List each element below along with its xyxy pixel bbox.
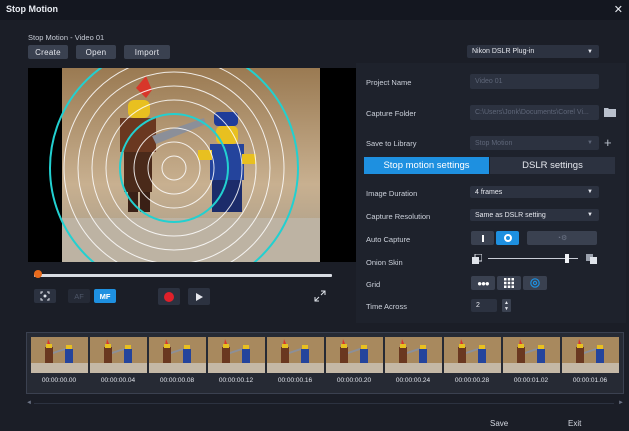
image-duration-value: 4 frames [475,188,503,196]
capture-resolution-value: Same as DSLR setting [475,211,546,219]
timeline-timecode: 00:00:01.06 [572,377,608,384]
focus-icon [40,291,50,301]
chevron-down-icon[interactable]: ▼ [504,306,509,312]
timeline-frame-thumbnail[interactable] [90,337,147,373]
timeline-scrollbar[interactable] [34,403,614,404]
record-button[interactable] [158,288,180,305]
exit-button[interactable]: Exit [568,419,581,428]
grid-circles-button[interactable] [523,276,547,290]
timeline-timecode: 00:00:00.12 [218,377,254,384]
timeline-strip: 00:00:00.00 00:00:00.04 00:00:00.08 00:00:0… [26,332,624,394]
image-duration-select[interactable]: 4 frames ▼ [470,186,599,198]
timeline-timecode: 00:00:00.00 [41,377,77,384]
project-name-field[interactable]: Video 01 [470,74,599,89]
af-button[interactable]: AF [68,289,90,303]
project-name-label: Project Name [366,78,412,87]
timeline-frame-thumbnail[interactable] [326,337,383,373]
capture-folder-label: Capture Folder [366,109,417,118]
capture-resolution-select[interactable]: Same as DSLR setting ▼ [470,209,599,221]
onion-skin-slider-handle[interactable] [565,254,570,263]
add-library-icon[interactable]: + [604,135,612,150]
expand-icon [314,290,326,302]
timeline-timecode: 00:00:00.20 [336,377,372,384]
image-duration-label: Image Duration [366,189,418,198]
folder-icon [604,108,616,117]
circle-icon [503,234,512,242]
grid-label: Grid [366,280,381,289]
timeline-timecode: 00:00:00.16 [277,377,313,384]
auto-capture-on-toggle[interactable] [496,231,519,245]
playback-slider-handle[interactable] [34,270,42,278]
time-across-label: Time Across [366,302,407,311]
folder-button[interactable] [604,107,616,119]
auto-capture-settings-button[interactable]: ◔⚙ [527,231,597,245]
chevron-down-icon: ▼ [587,140,593,146]
mf-button[interactable]: MF [94,289,116,303]
preview-image [49,68,320,262]
timeline-frame-thumbnail[interactable] [385,337,442,373]
timeline-frame-thumbnail[interactable] [31,337,88,373]
time-across-stepper[interactable]: ▲ ▼ [502,299,511,312]
grid-icon [504,278,514,288]
tab-stop-motion-settings[interactable]: Stop motion settings [364,157,489,174]
video-preview[interactable] [28,68,356,262]
chevron-down-icon: ▼ [587,189,593,195]
timeline-frame-thumbnail[interactable] [267,337,324,373]
plugin-select-value: Nikon DSLR Plug-in [472,48,535,55]
title-bar [0,0,629,20]
tab-dslr-settings[interactable]: DSLR settings [490,157,615,174]
timeline-frame-thumbnail[interactable] [208,337,265,373]
save-library-select[interactable]: Stop Motion ▼ [470,136,599,150]
auto-capture-label: Auto Capture [366,235,411,244]
save-library-label: Save to Library [366,139,417,148]
window-title: Stop Motion [6,4,58,14]
concentric-circles-icon [530,278,540,288]
play-button[interactable] [188,288,210,305]
project-subtitle: Stop Motion - Video 01 [28,33,105,42]
timeline-frame-thumbnail[interactable] [444,337,501,373]
onion-skin-label: Onion Skin [366,258,403,267]
create-button[interactable]: Create [28,45,68,59]
save-button[interactable]: Save [490,419,508,428]
close-icon[interactable]: ✕ [614,3,623,16]
onion-skin-low-icon [472,253,483,264]
scroll-right-icon[interactable]: ► [618,400,624,406]
dots-icon: ●●● [477,278,489,288]
fullscreen-button[interactable] [314,290,326,302]
timeline-frame-thumbnail[interactable] [562,337,619,373]
timeline-timecode: 00:00:00.24 [395,377,431,384]
timeline-timecode: 00:00:00.08 [159,377,195,384]
timeline-frame-thumbnail[interactable] [503,337,560,373]
plugin-select[interactable]: Nikon DSLR Plug-in ▼ [467,45,599,58]
import-button[interactable]: Import [124,45,170,59]
timeline-timecode: 00:00:00.28 [454,377,490,384]
timeline-frame-thumbnail[interactable] [149,337,206,373]
capture-folder-field[interactable]: C:\Users\Jonk\Documents\Corel Vi... [470,105,599,120]
timer-settings-icon: ◔⚙ [556,235,568,242]
auto-capture-off-toggle[interactable] [471,231,494,245]
timeline-timecode: 00:00:00.04 [100,377,136,384]
onion-skin-high-icon [586,254,598,264]
play-icon [196,292,203,301]
playback-slider[interactable] [34,274,332,277]
power-on-icon [481,234,484,242]
grid-squares-button[interactable] [497,276,521,290]
record-icon [164,291,174,302]
save-library-value: Stop Motion [475,139,513,147]
focus-area-button[interactable] [34,289,56,303]
capture-resolution-label: Capture Resolution [366,212,431,221]
timeline-timecode: 00:00:01.02 [513,377,549,384]
scroll-left-icon[interactable]: ◄ [26,400,32,406]
open-button[interactable]: Open [76,45,116,59]
chevron-down-icon: ▼ [587,48,593,55]
grid-dots-button[interactable]: ●●● [471,276,495,290]
chevron-down-icon: ▼ [587,212,593,218]
time-across-input[interactable]: 2 [471,299,497,312]
